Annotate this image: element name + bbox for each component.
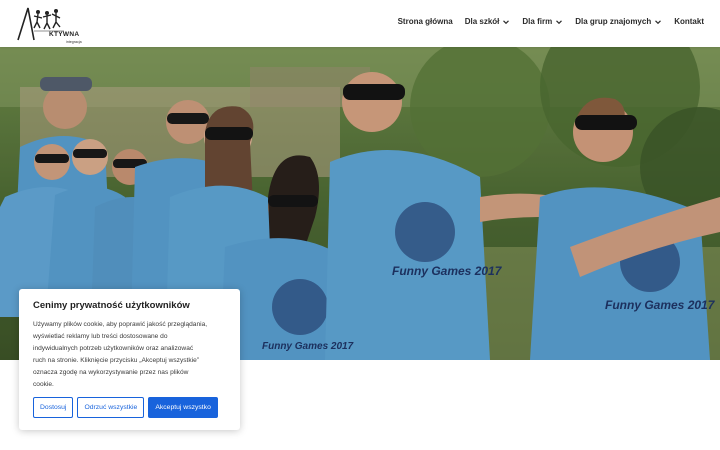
nav-item-companies[interactable]: Dla firm — [522, 17, 563, 26]
cookie-description-line: oznacza zgodę na wykorzystywanie przez n… — [33, 369, 189, 376]
cookie-consent-banner: Cenimy prywatność użytkowników Używamy p… — [19, 289, 240, 430]
nav-item-label: Dla szkół — [464, 17, 500, 26]
cookie-description: Używamy plików cookie, aby poprawić jako… — [33, 319, 226, 391]
cookie-description-line: cookie. — [33, 381, 54, 388]
cookie-button-group: Dostosuj Odrzuć wszystkie Akceptuj wszys… — [33, 397, 218, 418]
logo-tagline: integracja — [66, 40, 82, 44]
cookie-description-line: ruch na stronie. Kliknięcie przycisku „A… — [33, 357, 199, 364]
nav-item-home[interactable]: Strona główna — [398, 17, 453, 26]
nav-item-label: Dla firm — [522, 17, 553, 26]
chevron-down-icon — [655, 19, 662, 24]
nav-item-label: Strona główna — [397, 17, 453, 26]
site-header: KTYWNA integracja Strona główna Dla szkó… — [0, 0, 720, 47]
site-logo[interactable]: KTYWNA integracja — [16, 4, 82, 44]
nav-item-contact[interactable]: Kontakt — [674, 17, 704, 26]
cookie-description-line: wyświetlać reklamy lub treści dostosowan… — [33, 333, 168, 340]
nav-item-friend-groups[interactable]: Dla grup znajomych — [575, 17, 662, 26]
cookie-description-line: indywidualnych potrzeb użytkowników oraz… — [33, 345, 194, 352]
nav-item-label: Dla grup znajomych — [575, 17, 652, 26]
cookie-title: Cenimy prywatność użytkowników — [33, 300, 190, 311]
chevron-down-icon — [556, 19, 563, 24]
nav-item-label: Kontakt — [674, 17, 704, 26]
nav-item-schools[interactable]: Dla szkół — [465, 17, 511, 26]
chevron-down-icon — [503, 19, 510, 24]
reject-all-button[interactable]: Odrzuć wszystkie — [77, 397, 145, 418]
accept-all-button[interactable]: Akceptuj wszystko — [148, 397, 218, 418]
customize-button[interactable]: Dostosuj — [33, 397, 74, 418]
logo-word: KTYWNA — [49, 31, 80, 38]
cookie-description-line: Używamy plików cookie, aby poprawić jako… — [33, 321, 208, 328]
logo-figures-icon — [17, 7, 64, 41]
main-navigation: Strona główna Dla szkół Dla firm Dla gru… — [398, 17, 704, 26]
